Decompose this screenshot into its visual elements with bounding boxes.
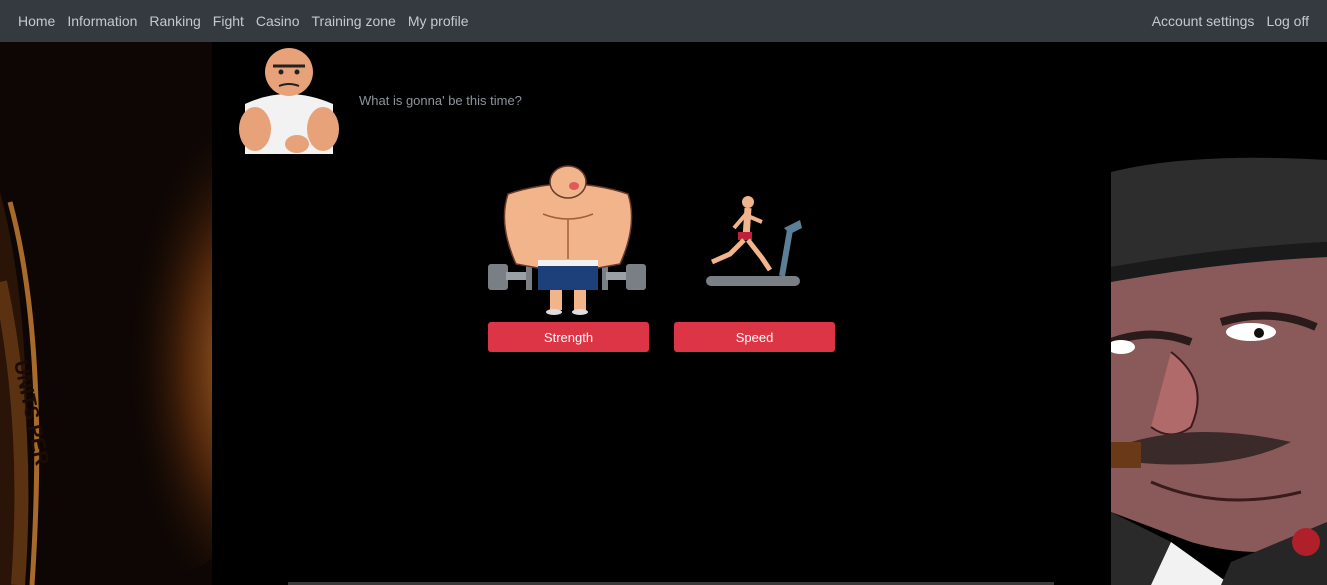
- nav-ranking-link[interactable]: Ranking: [143, 13, 206, 29]
- nav-home-link[interactable]: Home: [12, 13, 61, 29]
- speed-button[interactable]: Speed: [674, 322, 835, 352]
- nav-account-settings-link[interactable]: Account settings: [1146, 13, 1261, 29]
- nav-training-zone-link[interactable]: Training zone: [306, 13, 402, 29]
- strength-button[interactable]: Strength: [488, 322, 649, 352]
- nav-casino-link[interactable]: Casino: [250, 13, 306, 29]
- right-background-image: [1111, 42, 1327, 585]
- treadmill-runner-icon: [706, 196, 802, 286]
- mobster-cigar-image: [1111, 157, 1327, 585]
- nav-right-group: Account settings Log off: [1146, 13, 1315, 29]
- nav-left-group: Home Information Ranking Fight Casino Tr…: [12, 13, 475, 29]
- training-panel: What is gonna' be this time? Strength Sp…: [212, 42, 1111, 585]
- nav-my-profile-link[interactable]: My profile: [402, 13, 475, 29]
- nav-log-off-link[interactable]: Log off: [1260, 13, 1315, 29]
- nav-fight-link[interactable]: Fight: [207, 13, 250, 29]
- top-navbar: Home Information Ranking Fight Casino Tr…: [0, 0, 1327, 42]
- nav-information-link[interactable]: Information: [61, 13, 143, 29]
- coach-avatar-icon: [237, 44, 341, 154]
- training-prompt: What is gonna' be this time?: [359, 93, 522, 108]
- left-background-image: UNITS PER: [0, 42, 212, 585]
- coin-closeup-image: UNITS PER: [0, 42, 212, 585]
- bodybuilder-dumbbells-icon: [488, 165, 646, 315]
